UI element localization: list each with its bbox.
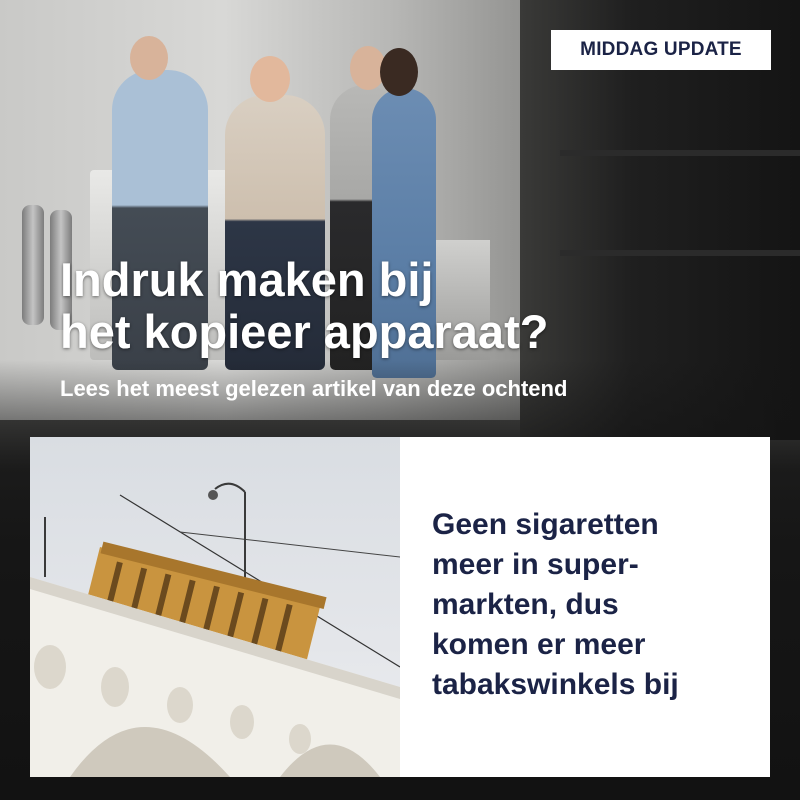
- person-head: [130, 36, 168, 80]
- hero-subline[interactable]: Lees het meest gelezen artikel van deze …: [60, 374, 760, 404]
- article-image: [30, 437, 400, 777]
- article-title-line: Geen sigaretten: [432, 508, 659, 541]
- article-title-line: meer in super-: [432, 548, 639, 581]
- person-head: [250, 56, 290, 102]
- hero-headline[interactable]: Indruk maken bij het kopieer apparaat?: [60, 254, 680, 358]
- update-badge: MIDDAG UPDATE: [551, 30, 771, 70]
- tram-on-aqueduct-image: [30, 482, 400, 777]
- article-title-line: markten, dus: [432, 588, 619, 621]
- article-title-line: tabakswinkels bij: [432, 668, 679, 701]
- headline-line: Indruk maken bij: [60, 253, 434, 306]
- extinguisher-icon: [22, 205, 44, 325]
- headline-line: het kopieer apparaat?: [60, 305, 549, 358]
- person-head: [380, 48, 418, 96]
- shelf-board: [560, 150, 800, 156]
- article-title-line: komen er meer: [432, 628, 646, 661]
- article-card[interactable]: Geen sigaretten meer in super- markten, …: [30, 437, 770, 777]
- article-title: Geen sigaretten meer in super- markten, …: [432, 505, 752, 705]
